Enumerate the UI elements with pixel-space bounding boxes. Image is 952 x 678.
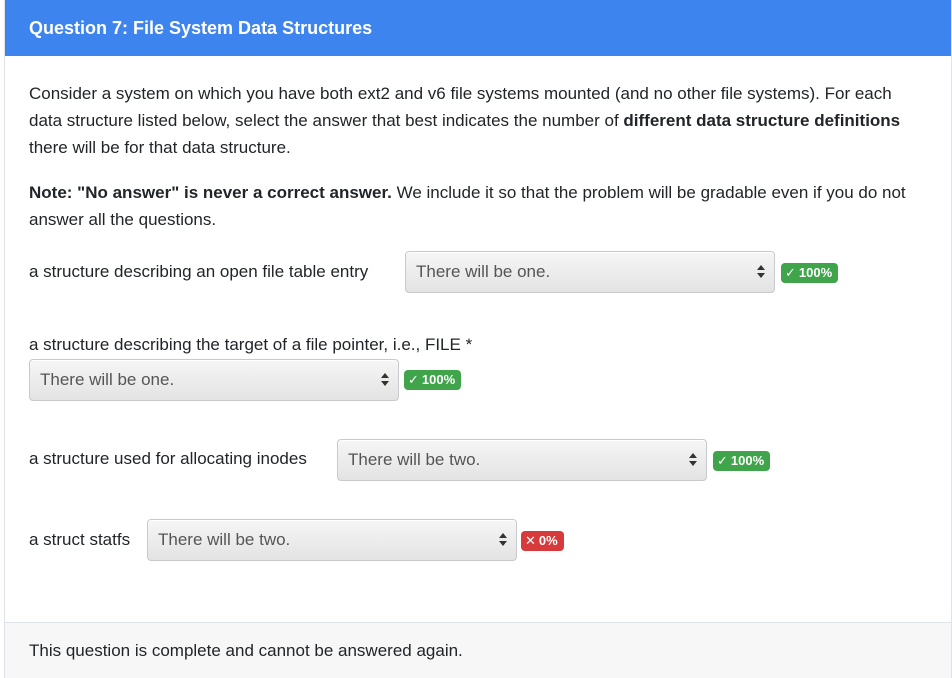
question-1-select[interactable]: There will be one.: [405, 251, 775, 293]
question-4-result-badge: ✕ 0%: [521, 531, 564, 551]
question-3-score: 100%: [730, 453, 765, 468]
select-arrows-icon: [688, 451, 698, 469]
check-icon: ✓: [408, 372, 419, 387]
question-1-selected-value: There will be one.: [416, 262, 551, 281]
question-footer: This question is complete and cannot be …: [5, 622, 951, 678]
question-3-label: a structure used for allocating inodes: [29, 449, 307, 468]
question-title: Question 7: File System Data Structures: [29, 18, 373, 38]
question-1-score: 100%: [798, 265, 833, 280]
intro-emphasis: different data structure definitions: [623, 111, 901, 130]
question-1-label: a structure describing an open file tabl…: [29, 262, 369, 281]
intro-text-end: there will be for that data structure.: [29, 138, 291, 157]
question-2-select[interactable]: There will be one.: [29, 359, 399, 401]
select-arrows-icon: [380, 371, 390, 389]
question-2-selected-value: There will be one.: [40, 370, 175, 389]
question-2-label: a structure describing the target of a f…: [29, 335, 473, 354]
select-arrows-icon: [498, 531, 508, 549]
question-intro: Consider a system on which you have both…: [29, 80, 929, 161]
question-3-result-badge: ✓ 100%: [713, 451, 771, 471]
question-3-select[interactable]: There will be two.: [337, 439, 707, 481]
question-4-select[interactable]: There will be two.: [147, 519, 517, 561]
cross-icon: ✕: [525, 533, 536, 548]
question-4-selected-value: There will be two.: [158, 530, 291, 549]
note-emphasis: Note: "No answer" is never a correct ans…: [29, 183, 392, 202]
check-icon: ✓: [717, 453, 728, 468]
question-note: Note: "No answer" is never a correct ans…: [29, 179, 929, 233]
question-2-result-badge: ✓ 100%: [404, 370, 462, 390]
question-1-result-badge: ✓ 100%: [781, 263, 839, 283]
check-icon: ✓: [785, 265, 796, 280]
question-4-label: a struct statfs: [29, 530, 131, 549]
question-4-score: 0%: [538, 533, 558, 548]
completion-message: This question is complete and cannot be …: [29, 641, 463, 660]
select-arrows-icon: [756, 263, 766, 281]
question-3-selected-value: There will be two.: [348, 450, 481, 469]
question-2-score: 100%: [421, 372, 456, 387]
question-header: Question 7: File System Data Structures: [5, 0, 951, 56]
question-card: Question 7: File System Data Structures …: [4, 0, 952, 678]
